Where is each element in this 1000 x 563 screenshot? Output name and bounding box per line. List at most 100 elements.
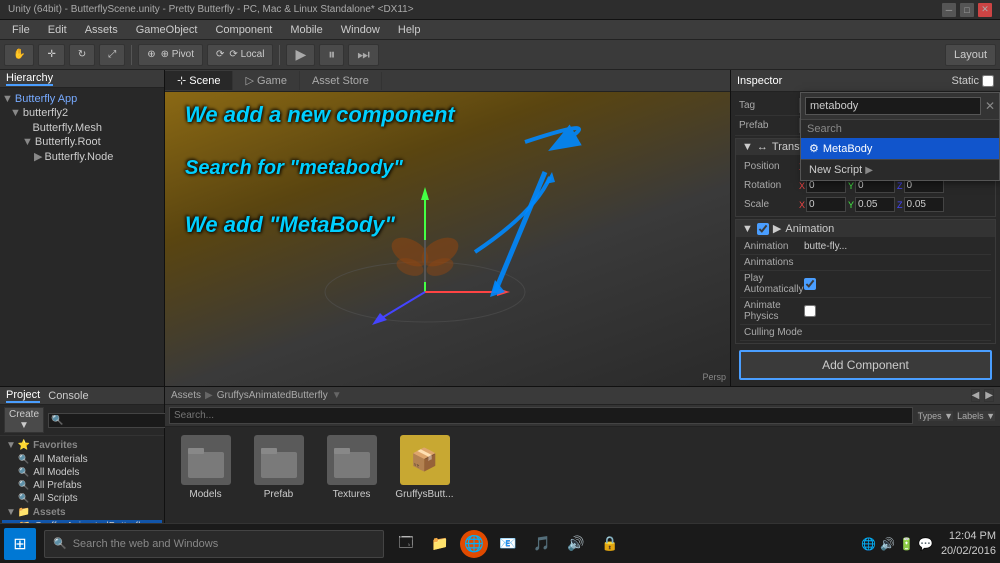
assets-label: 📁 Assets xyxy=(18,507,66,518)
search-header: Search xyxy=(801,120,999,138)
hierarchy-item[interactable]: ▶ Butterfly.Mesh xyxy=(0,120,164,135)
hierarchy-panel: Hierarchy ▼ Butterfly App ▼ butterfly2 ▶… xyxy=(0,70,165,386)
menu-gameobject[interactable]: GameObject xyxy=(128,22,206,38)
menu-assets[interactable]: Assets xyxy=(77,22,126,38)
asset-textures[interactable]: Textures xyxy=(319,435,384,500)
asset-store-tab[interactable]: Asset Store xyxy=(300,72,382,90)
pivot-button[interactable]: ⊕ ⊕ Pivot xyxy=(138,44,203,66)
scale-tool[interactable]: ⤢ xyxy=(99,44,125,66)
next-button[interactable]: ▶ xyxy=(984,389,994,402)
favorites-label: ⭐ Favorites xyxy=(18,440,78,451)
start-button[interactable]: ⊞ xyxy=(4,528,36,560)
prefab-label: Prefab xyxy=(264,489,293,500)
menu-edit[interactable]: Edit xyxy=(40,22,75,38)
close-button[interactable]: ✕ xyxy=(978,3,992,17)
game-tab[interactable]: ▷ Game xyxy=(233,71,299,90)
toolbar: ✋ ✛ ↻ ⤢ ⊕ ⊕ Pivot ⟳ ⟳ Local ▶ ⏸ ⏭ Layout xyxy=(0,40,1000,70)
hierarchy-item[interactable]: ▼ Butterfly.Root xyxy=(0,135,164,149)
hierarchy-tab[interactable]: Hierarchy xyxy=(6,72,53,86)
perspective-label: Persp xyxy=(702,372,726,382)
music-button[interactable]: 🎵 xyxy=(528,530,556,558)
layout-button[interactable]: Layout xyxy=(945,44,996,66)
scene-tab[interactable]: ⊹ Scene xyxy=(165,71,233,90)
notification-icon[interactable]: 💬 xyxy=(918,537,933,551)
asset-toolbar: Types ▼ Labels ▼ xyxy=(165,405,1000,427)
mail-button[interactable]: 📧 xyxy=(494,530,522,558)
metabody-icon: ⚙ xyxy=(809,142,819,155)
scale-x[interactable] xyxy=(806,197,846,212)
static-checkbox[interactable] xyxy=(982,75,994,87)
scale-row: Scale X Y Z xyxy=(740,195,991,214)
viewport-tabs: ⊹ Scene ▷ Game Asset Store xyxy=(165,70,730,92)
search-result-new-script[interactable]: New Script ▶ xyxy=(801,159,999,180)
animation-header[interactable]: ▼ ▶ Animation xyxy=(736,220,995,237)
project-all-models[interactable]: 🔍 All Models xyxy=(2,466,162,479)
menu-file[interactable]: File xyxy=(4,22,38,38)
menu-window[interactable]: Window xyxy=(333,22,388,38)
animation-enabled[interactable] xyxy=(757,223,769,235)
minimize-button[interactable]: ─ xyxy=(942,3,956,17)
battery-icon[interactable]: 🔋 xyxy=(899,537,914,551)
assets-section: ▼ 📁 Assets xyxy=(2,505,162,520)
create-button[interactable]: Create ▼ xyxy=(4,407,44,433)
textures-label: Textures xyxy=(333,489,371,500)
rotate-tool[interactable]: ↻ xyxy=(69,44,95,66)
scale-y[interactable] xyxy=(855,197,895,212)
hierarchy-header: Hierarchy xyxy=(0,70,164,88)
hierarchy-content: ▼ Butterfly App ▼ butterfly2 ▶ Butterfly… xyxy=(0,88,164,386)
local-button[interactable]: ⟳ ⟳ Local xyxy=(207,44,273,66)
volume-icon[interactable]: 🔊 xyxy=(880,537,895,551)
maximize-button[interactable]: □ xyxy=(960,3,974,17)
app-button[interactable]: 🔒 xyxy=(596,530,624,558)
browser-button[interactable]: 🌐 xyxy=(460,530,488,558)
file-explorer-button[interactable]: 📁 xyxy=(426,530,454,558)
window-controls: ─ □ ✕ xyxy=(942,3,992,17)
time-display: 12:04 PM xyxy=(941,529,996,543)
inspector-tab[interactable]: Inspector xyxy=(737,75,782,87)
anim-play-row: Play Automatically xyxy=(740,271,991,298)
separator2 xyxy=(279,45,280,65)
add-component-button[interactable]: Add Component xyxy=(739,350,992,380)
project-all-prefabs[interactable]: 🔍 All Prefabs xyxy=(2,479,162,492)
favorites-arrow: ▼ xyxy=(6,440,16,451)
play-button[interactable]: ▶ xyxy=(286,44,315,66)
scale-z[interactable] xyxy=(904,197,944,212)
search-input-row: ✕ xyxy=(801,93,999,120)
scene-viewport[interactable]: Persp We add a new component Search for … xyxy=(165,92,730,386)
taskbar-search[interactable]: 🔍 Search the web and Windows xyxy=(44,530,384,558)
hierarchy-item[interactable]: ▼ Butterfly App xyxy=(0,92,164,106)
network-icon[interactable]: 🌐 xyxy=(861,537,876,551)
animate-physics-checkbox[interactable] xyxy=(804,305,816,317)
pause-button[interactable]: ⏸ xyxy=(319,44,344,66)
search-clear-button[interactable]: ✕ xyxy=(985,99,995,113)
search-icon: 🔍 xyxy=(18,480,29,491)
filter-labels-button[interactable]: Labels ▼ xyxy=(956,410,996,422)
filter-type-button[interactable]: Types ▼ xyxy=(917,410,954,422)
task-view-button[interactable]: 🗔 xyxy=(392,530,420,558)
breadcrumb-gruffys[interactable]: GruffysAnimatedButterfly xyxy=(217,390,328,401)
move-tool[interactable]: ✛ xyxy=(38,44,64,66)
menu-component[interactable]: Component xyxy=(207,22,280,38)
asset-models[interactable]: Models xyxy=(173,435,238,500)
hierarchy-item[interactable]: ▶ Butterfly.Node xyxy=(0,149,164,164)
asset-search-input[interactable] xyxy=(169,407,913,424)
hierarchy-item[interactable]: ▼ butterfly2 xyxy=(0,106,164,120)
rotation-label: Rotation xyxy=(744,180,799,191)
project-tab[interactable]: Project xyxy=(6,389,40,403)
breadcrumb-assets[interactable]: Assets xyxy=(171,390,201,401)
inspector-panel: Inspector Static ✕ Search ⚙ MetaBody xyxy=(730,70,1000,386)
asset-gruffysbutt[interactable]: 📦 GruffysButt... xyxy=(392,435,457,500)
play-auto-checkbox[interactable] xyxy=(804,278,816,290)
search-result-metabody[interactable]: ⚙ MetaBody xyxy=(801,138,999,159)
menu-mobile[interactable]: Mobile xyxy=(282,22,330,38)
media-button[interactable]: 🔊 xyxy=(562,530,590,558)
prev-button[interactable]: ◀ xyxy=(971,389,981,402)
project-all-materials[interactable]: 🔍 All Materials xyxy=(2,453,162,466)
menu-help[interactable]: Help xyxy=(390,22,429,38)
project-all-scripts[interactable]: 🔍 All Scripts xyxy=(2,492,162,505)
step-button[interactable]: ⏭ xyxy=(348,44,379,66)
search-input[interactable] xyxy=(805,97,981,115)
asset-prefab[interactable]: Prefab xyxy=(246,435,311,500)
hand-tool[interactable]: ✋ xyxy=(4,44,34,66)
console-tab[interactable]: Console xyxy=(48,390,88,402)
